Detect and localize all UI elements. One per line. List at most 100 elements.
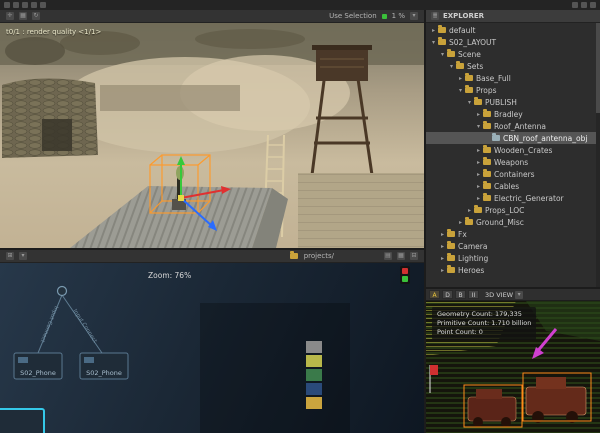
tree-item-CBN_roof_antenna_obj[interactable]: CBN_roof_antenna_obj [426,132,600,144]
tree-item-label: Heroes [458,266,484,275]
window-maximize-icon[interactable] [581,2,587,8]
node-graph-canvas[interactable]: Zoom: 76% S02_Phone S02_Phone Input Conn… [0,263,424,433]
grid-tool-icon[interactable]: ▦ [19,12,27,20]
tree-item-Electric_Generator[interactable]: ▸Electric_Generator [426,192,600,204]
tree-item-S02_LAYOUT[interactable]: ▾S02_LAYOUT [426,36,600,48]
pane-menu-icon[interactable]: ▾ [19,252,27,260]
tree-item-Fx[interactable]: ▸Fx [426,228,600,240]
folder-icon [465,75,473,81]
viewport-options-icon[interactable]: ▾ [410,12,418,20]
chevron-right-icon[interactable]: ▸ [439,231,446,238]
menu-icon-4[interactable] [31,2,37,8]
node-selected[interactable] [0,409,44,433]
folder-icon [438,39,446,45]
view3d-button-b[interactable]: B [455,290,466,299]
tree-item-default[interactable]: ▸default [426,24,600,36]
use-selection-button[interactable]: Use Selection [329,12,377,20]
refresh-icon[interactable]: ↻ [32,12,40,20]
menu-icon-2[interactable] [13,2,19,8]
chevron-right-icon[interactable]: ▸ [475,183,482,190]
chevron-right-icon[interactable]: ▸ [475,195,482,202]
tree-item-label: CBN_roof_antenna_obj [503,134,587,143]
window-minimize-icon[interactable] [572,2,578,8]
node-network-stack [306,341,322,409]
tree-item-Heroes[interactable]: ▸ Heroes [426,264,600,276]
tree-item-Base_Full[interactable]: ▸Base_Full [426,72,600,84]
folder-icon [447,243,455,249]
application-window: ✛ ▦ ↻ Use Selection 1 % ▾ [0,0,600,433]
cube-icon [492,135,500,141]
chevron-right-icon[interactable]: ▸ [475,171,482,178]
explorer-scrollbar-thumb[interactable] [596,23,600,113]
chevron-right-icon[interactable]: ▸ [475,159,482,166]
menubar [0,0,600,10]
chevron-right-icon[interactable]: ▸ [457,75,464,82]
explorer-scrollbar[interactable] [596,23,600,287]
chevron-right-icon[interactable]: ▸ [475,147,482,154]
tree-item-Props_LOC[interactable]: ▸Props_LOC [426,204,600,216]
folder-icon [465,219,473,225]
folder-icon [483,195,491,201]
menu-icon-3[interactable] [22,2,28,8]
node-editor-toolbar: ⊞ ▾ projects/ ▤ ▦ ⊟ [0,250,424,263]
tree-item-label: Props [476,86,497,95]
chevron-right-icon[interactable]: ▸ [466,207,473,214]
chevron-right-icon[interactable]: ▸ [439,243,446,250]
zoom-level-label: Zoom: 76% [148,271,191,280]
tree-item-Camera[interactable]: ▸Camera [426,240,600,252]
move-tool-icon[interactable]: ✛ [6,12,14,20]
pane-split-icon[interactable]: ⊞ [6,252,14,260]
tree-item-Ground_Misc[interactable]: ▸ Ground_Misc [426,216,600,228]
tree-item-Scene[interactable]: ▾Scene [426,48,600,60]
layout-grid-icon[interactable]: ▤ [384,252,392,260]
explorer-header: ≣ EXPLORER [426,10,600,23]
folder-icon [447,231,455,237]
tree-item-PUBLISH[interactable]: ▾PUBLISH [426,96,600,108]
view3d-button-d[interactable]: D [442,290,453,299]
explorer-tree: ▸default▾S02_LAYOUT▾Scene▾Sets▸Base_Full… [426,23,600,276]
apex-node[interactable] [58,287,67,296]
chevron-down-icon[interactable]: ▾ [457,87,464,94]
path-bar[interactable]: projects/ [289,252,334,260]
layout-columns-icon[interactable]: ▦ [397,252,405,260]
folder-icon [456,63,464,69]
panel-menu-icon[interactable]: ≣ [431,12,439,20]
view3d-dropdown-icon[interactable]: ▾ [515,291,523,299]
tree-item-Roof_Antenna[interactable]: ▾Roof_Antenna [426,120,600,132]
node-label: S02_Phone [74,369,134,377]
window-close-icon[interactable] [590,2,596,8]
tree-item-Cables[interactable]: ▸Cables [426,180,600,192]
chevron-right-icon[interactable]: ▸ [430,27,437,34]
tree-item-Sets[interactable]: ▾Sets [426,60,600,72]
view3d-button-pause[interactable]: II [468,290,479,299]
chevron-right-icon[interactable]: ▸ [457,219,464,226]
viewport-canvas[interactable] [0,23,424,248]
chevron-right-icon[interactable]: ▸ [439,255,446,262]
tree-item-Props[interactable]: ▾ Props [426,84,600,96]
chevron-down-icon[interactable]: ▾ [466,99,473,106]
tree-item-Wooden_Crates[interactable]: ▸Wooden_Crates [426,144,600,156]
layout-rows-icon[interactable]: ⊟ [410,252,418,260]
tree-item-label: Weapons [494,158,528,167]
view3d-tab-label[interactable]: 3D VIEW [485,291,513,299]
tree-item-label: Containers [494,170,535,179]
watchtower-cabin [316,49,368,81]
menu-icon-1[interactable] [4,2,10,8]
tree-item-Containers[interactable]: ▸ Containers [426,168,600,180]
tree-item-Lighting[interactable]: ▸Lighting [426,252,600,264]
view3d-button-a[interactable]: A [429,290,440,299]
folder-icon [447,51,455,57]
folder-icon [290,253,298,259]
chevron-right-icon[interactable]: ▸ [439,267,446,274]
gizmo-center-handle[interactable] [178,195,184,201]
chevron-down-icon[interactable]: ▾ [430,39,437,46]
folder-icon [483,147,491,153]
tree-item-Bradley[interactable]: ▸Bradley [426,108,600,120]
tree-item-Weapons[interactable]: ▸ Weapons [426,156,600,168]
chevron-down-icon[interactable]: ▾ [475,123,482,130]
menu-icon-5[interactable] [40,2,46,8]
chevron-down-icon[interactable]: ▾ [439,51,446,58]
chevron-down-icon[interactable]: ▾ [448,63,455,70]
chevron-right-icon[interactable]: ▸ [475,111,482,118]
tree-item-label: Ground_Misc [476,218,524,227]
